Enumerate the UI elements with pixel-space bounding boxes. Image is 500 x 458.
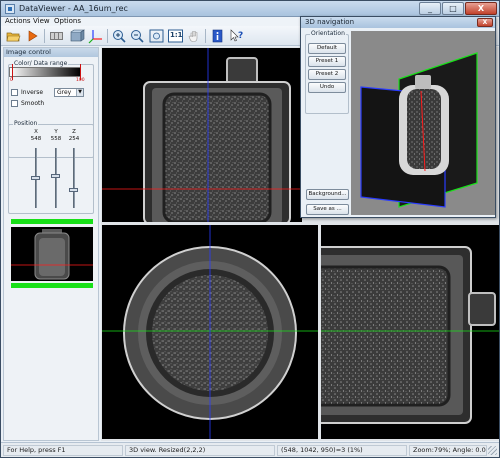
axial-image xyxy=(102,225,318,439)
film-icon[interactable] xyxy=(48,28,65,44)
smooth-checkbox[interactable] xyxy=(11,100,18,107)
preset1-button[interactable]: Preset 1 xyxy=(308,56,346,67)
status-zoom: Zoom:79%; Angle: 0.0Deg xyxy=(409,445,487,456)
coronal-view[interactable] xyxy=(321,225,499,439)
nav3d-title: 3D navigation xyxy=(305,18,355,26)
play-icon[interactable] xyxy=(24,28,41,44)
sagittal-view[interactable] xyxy=(102,48,302,222)
close-button[interactable]: X xyxy=(465,2,497,15)
status-bar: For Help, press F1 3D view. Resized(2,2,… xyxy=(1,442,499,457)
menu-options[interactable]: Options xyxy=(54,17,81,26)
inverse-checkbox[interactable] xyxy=(11,89,18,96)
color-range-bar[interactable] xyxy=(9,67,81,77)
slider-x-thumb[interactable] xyxy=(31,176,40,180)
inverse-label: Inverse xyxy=(21,89,44,96)
undo-button[interactable]: Undo xyxy=(308,82,346,93)
lut-value: Grey xyxy=(57,89,72,96)
horizontal-splitter[interactable] xyxy=(101,222,499,225)
axis-y-label: Y xyxy=(54,129,58,135)
resize-grip[interactable] xyxy=(488,446,497,455)
range-min-value: 0 xyxy=(10,78,13,83)
image-control-title: Image control xyxy=(4,48,98,57)
position-indicator-top xyxy=(11,219,93,224)
nav3d-volume-render xyxy=(351,31,495,215)
axis-z-value: 254 xyxy=(68,136,80,142)
open-icon[interactable] xyxy=(5,28,22,44)
zoom-out-icon[interactable] xyxy=(129,28,146,44)
info-icon[interactable] xyxy=(209,28,226,44)
zoom-1to1-label: 1:1 xyxy=(170,31,183,39)
overview-thumbnail[interactable] xyxy=(11,227,93,281)
zoom-in-icon[interactable] xyxy=(111,28,128,44)
axial-view[interactable] xyxy=(102,225,318,439)
axis-z-label: Z xyxy=(72,129,76,135)
slider-z-track[interactable] xyxy=(73,148,75,208)
nav3d-window: 3D navigation X Orientation Default Pres… xyxy=(300,16,496,218)
vertical-splitter[interactable] xyxy=(318,225,321,439)
chevron-down-icon: ▼ xyxy=(76,89,83,96)
color-range-title: Color/ Data range xyxy=(13,60,69,67)
axis-x-label: X xyxy=(34,129,38,135)
preset2-button[interactable]: Preset 2 xyxy=(308,69,346,80)
minimize-button[interactable]: _ xyxy=(419,2,441,15)
app-icon xyxy=(5,4,15,14)
svg-text:?: ? xyxy=(238,31,243,41)
zoom-1to1-icon[interactable]: 1:1 xyxy=(167,28,184,44)
save-as-button[interactable]: Save as ... xyxy=(306,204,349,215)
lut-select[interactable]: Grey ▼ xyxy=(54,88,84,97)
default-button[interactable]: Default xyxy=(308,43,346,54)
axes-3d-icon[interactable] xyxy=(87,28,104,44)
slider-y-thumb[interactable] xyxy=(51,174,60,178)
menu-view[interactable]: View xyxy=(33,17,50,26)
axis-y-value: 558 xyxy=(50,136,62,142)
title-bar[interactable]: DataViewer - AA_16um_rec _ □ X xyxy=(1,1,499,17)
position-indicator-bottom xyxy=(11,283,93,288)
nav3d-close-button[interactable]: X xyxy=(477,18,493,27)
zoom-fit-icon[interactable] xyxy=(148,28,165,44)
smooth-label: Smooth xyxy=(21,100,45,107)
nav3d-title-bar[interactable]: 3D navigation X xyxy=(301,17,495,28)
maximize-button[interactable]: □ xyxy=(442,2,464,15)
range-max-value: 100 xyxy=(76,78,85,83)
menu-actions[interactable]: Actions xyxy=(5,17,31,26)
image-control-panel: Image control Color/ Data range 0 100 In… xyxy=(3,47,99,441)
axis-x-value: 548 xyxy=(30,136,42,142)
slider-y-track[interactable] xyxy=(55,148,57,208)
background-button[interactable]: Background... xyxy=(306,189,349,200)
position-title: Position xyxy=(13,120,39,127)
orientation-title: Orientation xyxy=(310,30,346,37)
sagittal-image xyxy=(102,48,302,222)
slider-z-thumb[interactable] xyxy=(69,188,78,192)
nav3d-render-view[interactable] xyxy=(351,31,495,215)
coronal-image xyxy=(321,225,499,439)
status-help: For Help, press F1 xyxy=(3,445,123,456)
window-title: DataViewer - AA_16um_rec xyxy=(19,4,128,13)
pan-hand-icon[interactable] xyxy=(186,28,203,44)
help-pointer-icon[interactable]: ? xyxy=(228,28,245,44)
status-view-info: 3D view. Resized(2,2,2) xyxy=(125,445,275,456)
status-coordinates: (548, 1042, 950)=3 (1%) xyxy=(277,445,407,456)
volume-icon[interactable] xyxy=(68,28,85,44)
